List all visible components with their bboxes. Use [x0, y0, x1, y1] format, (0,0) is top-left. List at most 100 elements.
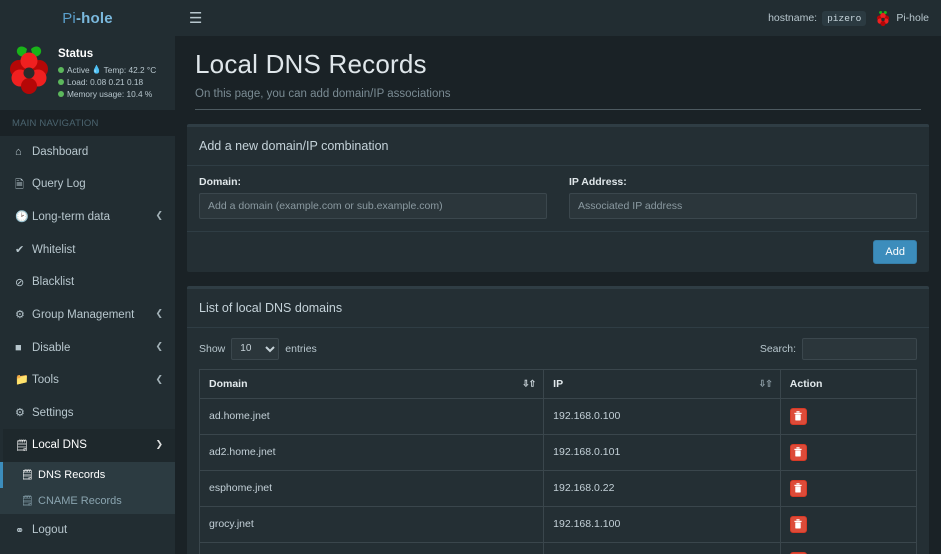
- sidebar-item-query-log[interactable]: 🗎 Query Log: [0, 168, 175, 201]
- delete-record-button[interactable]: [789, 443, 807, 461]
- cell-domain: ad.home.jnet: [198, 397, 545, 435]
- status-temp-text: Temp: 42.2 °C: [103, 64, 157, 75]
- status-panel: Status Active 💧 Temp: 42.2 °C Load: 0.08…: [0, 36, 175, 110]
- sidebar-item-label: Long-term data: [32, 210, 110, 223]
- cell-action: [779, 541, 918, 554]
- brand-text: Pi-hole: [62, 10, 113, 27]
- sidebar-item-whitelist[interactable]: ✔ Whitelist: [0, 234, 175, 267]
- thermometer-icon: 💧: [91, 64, 102, 74]
- delete-record-button[interactable]: [789, 515, 807, 533]
- main-area: ☰ hostname: pizero Pi-hole Local DNS Rec…: [175, 0, 941, 554]
- sidebar-item-settings[interactable]: ⚙ Settings: [0, 397, 175, 430]
- sidebar-item-dashboard[interactable]: ⌂ Dashboard: [0, 136, 175, 169]
- show-label: Show: [199, 342, 226, 355]
- chevron-left-icon: ❮: [155, 211, 163, 222]
- ip-field-label: IP Address:: [569, 175, 627, 188]
- sidebar-subitem-label: DNS Records: [38, 469, 106, 482]
- ip-field-group: IP Address:: [569, 176, 917, 219]
- sidebar: Pi-hole Status Active 💧 Temp: 42.2 °C Lo…: [0, 0, 175, 554]
- column-header-action: Action: [779, 368, 918, 399]
- dns-list-panel-body: Show 10 25 50 100 All entries Search: [187, 328, 929, 554]
- hamburger-icon[interactable]: ☰: [189, 10, 202, 26]
- clock-icon: 🕑: [15, 211, 29, 224]
- sidebar-item-disable[interactable]: ■ Disable ❮: [0, 332, 175, 365]
- status-dot-green: [58, 90, 64, 97]
- home-icon: ⌂: [15, 145, 22, 158]
- ban-icon: ⊘: [15, 276, 25, 289]
- user-times-icon: ⚭: [15, 524, 25, 537]
- brand-suffix: -hole: [75, 9, 113, 27]
- table-row: ad2.home.jnet 192.168.0.101: [198, 433, 918, 471]
- chevron-left-icon: ❮: [155, 341, 163, 352]
- trash-icon: [794, 483, 802, 493]
- add-record-form-row: Domain: IP Address:: [199, 176, 917, 219]
- column-header-ip[interactable]: IP ⇩⇧: [543, 368, 781, 399]
- sort-both-icon: ⇩⇧: [758, 378, 773, 389]
- trash-icon: [794, 519, 802, 529]
- submenu-container: 🗒 DNS Records 🗒 CNAME Records: [0, 462, 175, 515]
- cell-ip: 192.168.0.101: [543, 433, 781, 471]
- domain-input[interactable]: [199, 192, 547, 219]
- sidebar-item-label: Local DNS: [32, 439, 87, 452]
- sidebar-item-local-dns[interactable]: 🗒 Local DNS ❯: [0, 429, 175, 463]
- folder-icon: 📁: [15, 374, 29, 387]
- delete-record-button[interactable]: [789, 479, 807, 497]
- table-row: ad.home.jnet 192.168.0.100: [198, 397, 918, 435]
- chevron-left-icon: ❮: [155, 309, 163, 320]
- sidebar-item-logout[interactable]: ⚭ Logout: [0, 514, 175, 547]
- cell-ip: 192.168.0.100: [543, 397, 781, 435]
- nav-list: ⌂ Dashboard 🗎 Query Log 🕑 Long-term data…: [0, 136, 175, 554]
- address-book-icon: 🗒: [21, 495, 34, 507]
- table-head: Domain ⇩⇧ IP ⇩⇧ Action: [198, 368, 918, 399]
- status-load-text: Load: 0.08 0.21 0.18: [67, 76, 144, 87]
- add-record-panel-title: Add a new domain/IP combination: [199, 138, 389, 153]
- search-input[interactable]: [802, 337, 917, 360]
- table-controls: Show 10 25 50 100 All entries Search: [199, 337, 917, 360]
- add-button[interactable]: Add: [873, 239, 917, 264]
- page-title: Local DNS Records: [195, 49, 427, 79]
- table-row: homeassistant.jnet 192.168.0.20: [198, 541, 918, 554]
- domain-field-group: Domain:: [199, 176, 547, 219]
- sidebar-item-group-management[interactable]: ⚙ Group Management ❮: [0, 299, 175, 332]
- sidebar-item-cname-records[interactable]: 🗒 CNAME Records: [0, 488, 175, 514]
- cell-action: [779, 397, 918, 435]
- table-header-row: Domain ⇩⇧ IP ⇩⇧ Action: [198, 368, 918, 399]
- column-header-label: IP: [553, 377, 564, 390]
- user-menu[interactable]: Pi-hole: [876, 10, 929, 27]
- brand-logo[interactable]: Pi-hole: [0, 0, 175, 36]
- sidebar-item-donate[interactable]: ♥ Donate: [0, 547, 175, 554]
- ip-address-input[interactable]: [569, 192, 917, 219]
- sidebar-item-label: Settings: [32, 406, 74, 419]
- cell-action: [779, 505, 918, 543]
- page-length-select[interactable]: 10 25 50 100 All: [231, 337, 280, 360]
- cell-domain: ad2.home.jnet: [198, 433, 545, 471]
- sidebar-subitem-label: CNAME Records: [38, 495, 122, 508]
- sidebar-item-label: Query Log: [32, 178, 86, 191]
- cell-action: [779, 433, 918, 471]
- column-header-label: Domain: [209, 377, 248, 390]
- raspberry-pi-logo-icon: [10, 46, 48, 94]
- page-header: Local DNS Records On this page, you can …: [187, 36, 929, 110]
- table-row: esphome.jnet 192.168.0.22: [198, 469, 918, 507]
- status-line-active: Active 💧 Temp: 42.2 °C: [58, 64, 156, 76]
- add-record-panel-body: Domain: IP Address:: [187, 166, 929, 231]
- add-record-panel: Add a new domain/IP combination Domain: …: [187, 123, 929, 272]
- topbar-right-group: hostname: pizero Pi-hole: [768, 10, 929, 27]
- sidebar-item-tools[interactable]: 📁 Tools ❮: [0, 364, 175, 397]
- user-label: Pi-hole: [896, 12, 929, 24]
- sidebar-item-dns-records[interactable]: 🗒 DNS Records: [0, 462, 175, 489]
- add-record-panel-footer: Add: [187, 230, 929, 272]
- cell-ip: 192.168.0.20: [543, 541, 781, 554]
- status-memory-text: Memory usage: 10.4 %: [67, 88, 153, 99]
- sidebar-item-label: Group Management: [32, 308, 135, 321]
- delete-record-button[interactable]: [789, 407, 807, 425]
- sidebar-item-long-term-data[interactable]: 🕑 Long-term data ❮: [0, 201, 175, 234]
- trash-icon: [794, 411, 802, 421]
- hostname-badge: pizero: [822, 10, 867, 26]
- sidebar-item-label: Tools: [32, 374, 59, 387]
- column-header-domain[interactable]: Domain ⇩⇧: [198, 368, 545, 399]
- table-body: ad.home.jnet 192.168.0.100 ad2.home.jnet…: [198, 397, 918, 554]
- cell-domain: grocy.jnet: [198, 505, 545, 543]
- sidebar-item-blacklist[interactable]: ⊘ Blacklist: [0, 266, 175, 299]
- address-book-icon: 🗒: [15, 439, 29, 452]
